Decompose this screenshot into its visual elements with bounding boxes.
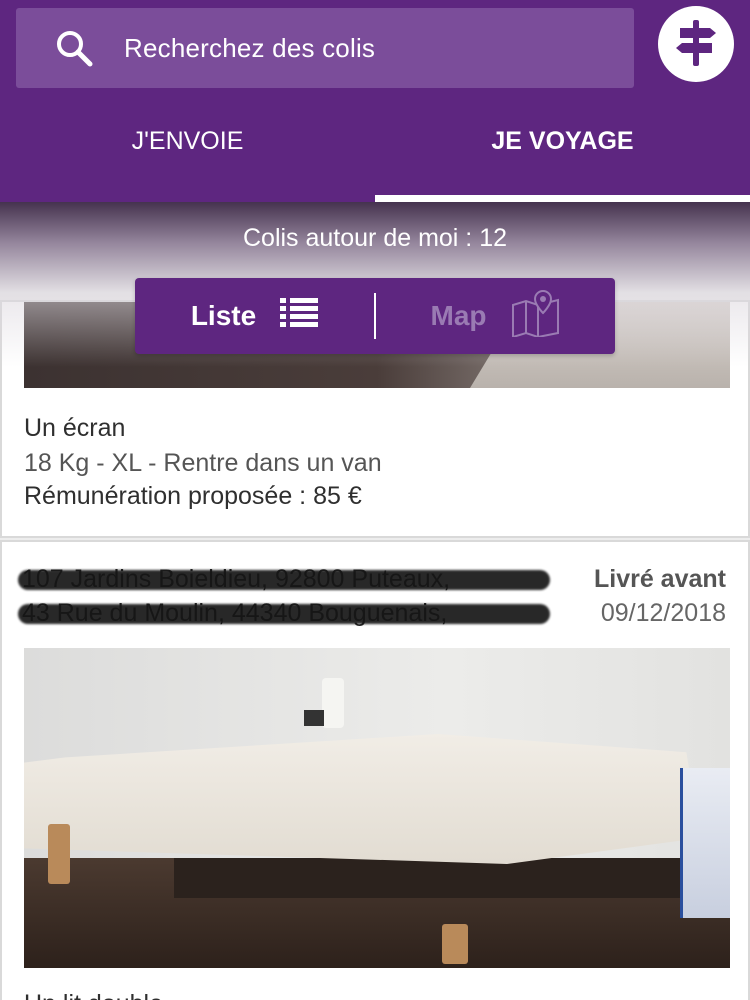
search-bar[interactable]: Recherchez des colis: [16, 8, 634, 88]
parcel-title: Un écran: [24, 414, 126, 442]
parcel-count: Colis autour de moi : 12: [242, 224, 508, 252]
delivery-deadline: Livré avant 09/12/2018: [594, 562, 726, 630]
map-pin-icon: [511, 289, 561, 344]
delivery-date: 09/12/2018: [600, 599, 726, 627]
address-from: 107 Jardins Boieldieu, 92800 Puteaux,: [18, 562, 550, 596]
delivery-label: Livré avant: [593, 565, 726, 593]
parcel-title: Un lit double: [24, 990, 163, 1000]
parcel-card[interactable]: 107 Jardins Boieldieu, 92800 Puteaux, 43…: [0, 540, 750, 1000]
tab-j-envoie[interactable]: J'ENVOIE: [0, 96, 375, 202]
search-icon: [54, 28, 94, 68]
map-view-button[interactable]: Map: [376, 278, 615, 354]
app-header: Recherchez des colis J'ENVOIE JE VOYAGE: [0, 0, 750, 202]
list-view-button[interactable]: Liste: [135, 278, 374, 354]
parcel-photo: [24, 648, 730, 968]
signpost-button[interactable]: [658, 6, 734, 82]
map-view-label: Map: [430, 300, 487, 331]
tab-bar: J'ENVOIE JE VOYAGE: [0, 96, 750, 202]
list-view-label: Liste: [190, 300, 257, 331]
parcel-price: Rémunération proposée : 85 €: [24, 482, 362, 510]
list-icon: [280, 297, 319, 335]
parcel-details: 18 Kg - XL - Rentre dans un van: [24, 449, 382, 477]
search-input[interactable]: Recherchez des colis: [124, 33, 375, 64]
tab-je-voyage[interactable]: JE VOYAGE: [375, 96, 750, 202]
signpost-icon: [670, 16, 722, 73]
view-toggle: Liste Map: [135, 278, 615, 354]
parcel-route: 107 Jardins Boieldieu, 92800 Puteaux, 43…: [18, 562, 550, 630]
address-to: 43 Rue du Moulin, 44340 Bouguenais,: [18, 596, 550, 630]
